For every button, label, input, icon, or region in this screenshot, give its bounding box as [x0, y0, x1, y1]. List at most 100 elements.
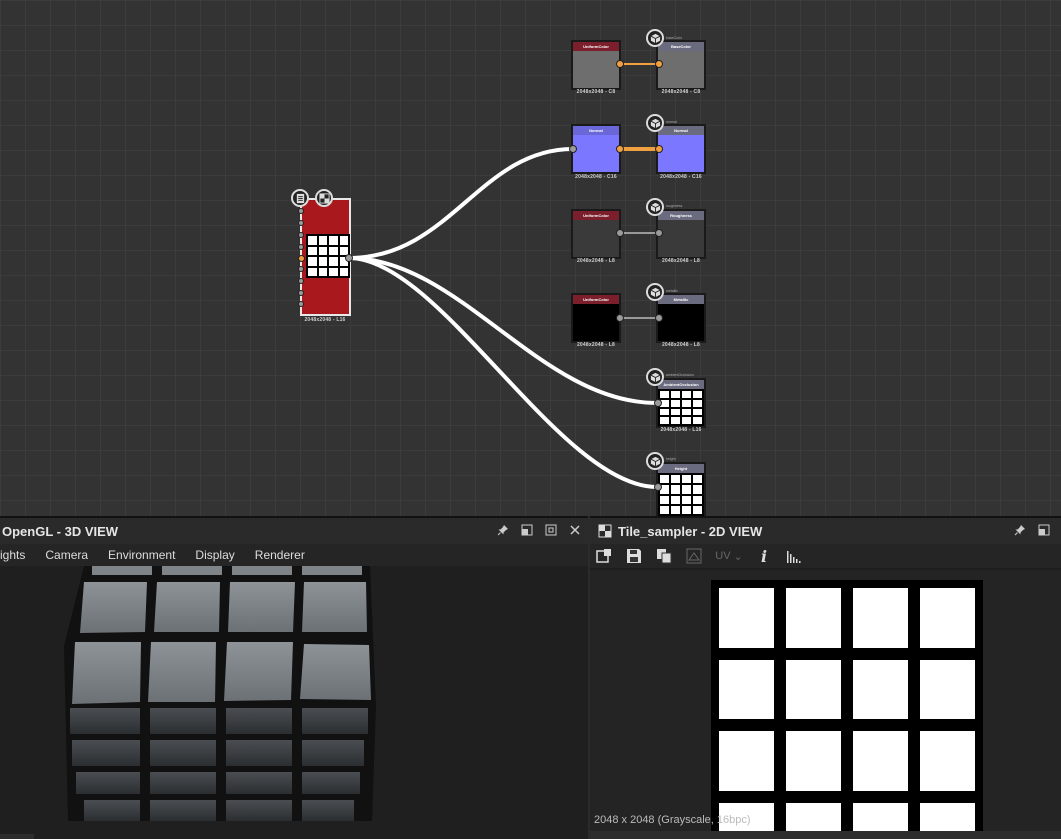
- input-port[interactable]: [298, 266, 304, 272]
- tile-sampler-thumbnail: [306, 234, 350, 278]
- wire-layer: [348, 63, 659, 489]
- node-size-label: 2048x2048 - L8: [661, 258, 701, 264]
- output-icon[interactable]: [646, 368, 664, 386]
- output-icon[interactable]: [646, 283, 664, 301]
- menu-camera[interactable]: Camera: [45, 548, 88, 562]
- node-header: Normal: [658, 126, 704, 135]
- tile-sampler-node[interactable]: [300, 198, 351, 316]
- restore-icon[interactable]: [520, 523, 534, 537]
- input-port[interactable]: [655, 229, 663, 237]
- output-name: normal: [666, 120, 677, 124]
- node-header: Metallic: [658, 295, 704, 304]
- output-node-basecolor[interactable]: BaseColor: [656, 40, 706, 90]
- 2d-viewport[interactable]: [590, 570, 1061, 839]
- input-port[interactable]: [298, 301, 304, 307]
- node-size-label: 2048x2048 - L16: [304, 317, 346, 323]
- fit-view-icon[interactable]: [594, 547, 614, 565]
- restore-icon[interactable]: [1037, 523, 1051, 537]
- output-icon[interactable]: [646, 29, 664, 47]
- output-node-roughness[interactable]: Roughness: [656, 209, 706, 259]
- node-size-label: 2048x2048 - C8: [661, 89, 701, 95]
- input-port[interactable]: [569, 145, 577, 153]
- output-name: metallic: [666, 289, 678, 293]
- height-thumbnail: [658, 473, 704, 516]
- output-node-metallic[interactable]: Metallic: [656, 293, 706, 343]
- input-port[interactable]: [655, 145, 663, 153]
- output-icon[interactable]: [646, 198, 664, 216]
- panel-title: Tile_sampler - 2D VIEW: [618, 523, 763, 539]
- output-node-height[interactable]: Height: [656, 462, 706, 516]
- node-header: Roughness: [658, 211, 704, 220]
- node-size-label: 2048x2048 - C16: [575, 174, 617, 180]
- 3d-viewport[interactable]: [0, 566, 588, 839]
- image-info-status: 2048 x 2048 (Grayscale, 16bpc): [594, 814, 751, 826]
- app-window: 2048x2048 - L16 UniformColor 2048x2048 -…: [0, 0, 1061, 839]
- uniform-color-node[interactable]: UniformColor: [571, 293, 621, 343]
- output-name: height: [666, 457, 676, 461]
- node-size-label: 2048x2048 - L8: [661, 342, 701, 348]
- panel-title-bar: OpenGL - 3D VIEW: [0, 518, 588, 544]
- node-header: UniformColor: [573, 42, 619, 51]
- info-icon[interactable]: i: [754, 547, 774, 566]
- input-port[interactable]: [298, 208, 304, 214]
- input-port[interactable]: [298, 244, 304, 250]
- output-port[interactable]: [616, 145, 624, 153]
- node-header: Normal: [573, 126, 619, 135]
- ao-thumbnail: [658, 389, 704, 426]
- uv-overlay-icon[interactable]: [684, 547, 704, 565]
- input-port[interactable]: [655, 314, 663, 322]
- checker-icon[interactable]: [315, 189, 333, 207]
- copy-icon[interactable]: [654, 547, 674, 565]
- panel-2d-view: Tile_sampler - 2D VIEW UV ⌄ i 2048 x 204…: [590, 516, 1061, 839]
- pin-icon[interactable]: [1013, 523, 1027, 537]
- output-port[interactable]: [345, 254, 353, 262]
- input-port[interactable]: [298, 232, 304, 238]
- close-icon[interactable]: [568, 523, 582, 537]
- maximize-icon[interactable]: [544, 523, 558, 537]
- input-port-connected[interactable]: [298, 255, 305, 262]
- output-port[interactable]: [616, 229, 624, 237]
- document-icon[interactable]: [291, 189, 309, 207]
- node-header: Height: [658, 464, 704, 473]
- menu-renderer[interactable]: Renderer: [255, 548, 305, 562]
- uniform-color-node[interactable]: UniformColor: [571, 40, 621, 90]
- input-port[interactable]: [654, 399, 662, 407]
- node-header: UniformColor: [573, 295, 619, 304]
- uv-dropdown[interactable]: UV ⌄: [714, 547, 744, 565]
- input-port[interactable]: [298, 278, 304, 284]
- output-port[interactable]: [616, 314, 624, 322]
- node-size-label: 2048x2048 - C16: [660, 174, 702, 180]
- uniform-color-node[interactable]: UniformColor: [571, 209, 621, 259]
- output-name: roughness: [666, 204, 683, 208]
- node-header: UniformColor: [573, 211, 619, 220]
- output-node-normal[interactable]: Normal: [656, 124, 706, 174]
- node-header: AmbientOcclusion: [658, 380, 704, 389]
- panel-title: OpenGL - 3D VIEW: [2, 523, 119, 539]
- node-size-label: 2048x2048 - L8: [576, 342, 616, 348]
- menu-lights[interactable]: ights: [0, 548, 25, 562]
- normal-node[interactable]: Normal: [571, 124, 621, 174]
- input-port[interactable]: [298, 290, 304, 296]
- cube-render: [0, 566, 376, 839]
- output-icon[interactable]: [646, 114, 664, 132]
- node-size-label: 2048x2048 - L8: [576, 258, 616, 264]
- view-toolbar: UV ⌄ i: [590, 544, 1061, 568]
- checker-icon: [598, 524, 612, 538]
- output-icon[interactable]: [646, 452, 664, 470]
- output-node-ambient-occlusion[interactable]: AmbientOcclusion: [656, 378, 706, 428]
- tile-preview: [711, 580, 983, 839]
- histogram-icon[interactable]: [784, 547, 804, 565]
- input-port[interactable]: [298, 220, 304, 226]
- menu-environment[interactable]: Environment: [108, 548, 175, 562]
- node-size-label: 2048x2048 - C8: [576, 89, 616, 95]
- output-port[interactable]: [616, 60, 624, 68]
- menu-display[interactable]: Display: [195, 548, 234, 562]
- output-name: baseColor: [666, 36, 682, 40]
- pin-icon[interactable]: [496, 523, 510, 537]
- node-graph[interactable]: 2048x2048 - L16 UniformColor 2048x2048 -…: [0, 0, 1061, 516]
- save-icon[interactable]: [624, 547, 644, 565]
- input-port[interactable]: [655, 60, 663, 68]
- input-port[interactable]: [654, 483, 662, 491]
- bottom-toolbar: [590, 831, 1061, 839]
- wire-normal: [348, 147, 574, 260]
